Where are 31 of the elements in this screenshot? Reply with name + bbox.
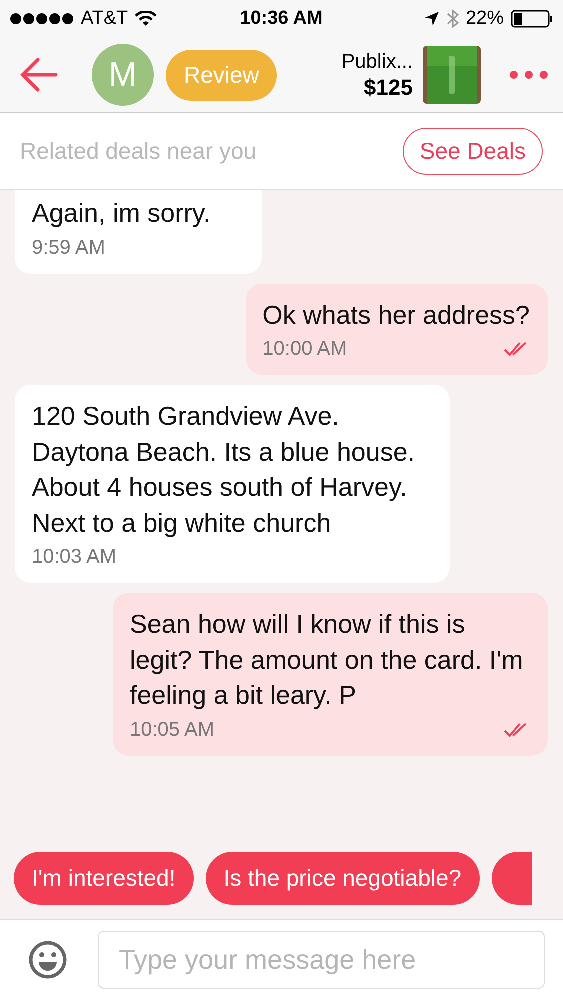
- smiley-icon: [28, 940, 68, 980]
- message-time: 9:59 AM: [32, 236, 106, 260]
- battery-percentage: 22%: [466, 8, 504, 30]
- more-dots-icon: [509, 70, 549, 80]
- quick-reply-button[interactable]: Is the price negotiable?: [206, 852, 480, 905]
- deals-prompt: Related deals near you: [20, 138, 257, 164]
- emoji-button[interactable]: [28, 940, 68, 980]
- back-button[interactable]: [20, 58, 58, 92]
- battery-icon: [511, 10, 553, 28]
- item-title: Publix...: [342, 50, 413, 75]
- more-options-button[interactable]: [509, 70, 549, 80]
- item-price: $125: [364, 75, 413, 101]
- message-time: 10:05 AM: [130, 718, 215, 742]
- back-arrow-icon: [20, 58, 58, 92]
- message-time: 10:00 AM: [262, 337, 348, 362]
- location-arrow-icon: [424, 11, 440, 27]
- signal-icon: [10, 13, 74, 25]
- quick-reply-button[interactable]: [492, 852, 532, 905]
- message-input[interactable]: Type your message here: [98, 931, 545, 989]
- message-time: 10:03 AM: [32, 545, 117, 570]
- message-text: Again, im sorry.: [32, 198, 211, 228]
- wifi-icon: [135, 11, 158, 27]
- bluetooth-icon: [446, 9, 459, 29]
- see-deals-button[interactable]: See Deals: [402, 128, 543, 174]
- clock-time: 10:36 AM: [240, 8, 323, 30]
- user-avatar[interactable]: M: [92, 44, 154, 106]
- quick-reply-button[interactable]: I'm interested!: [14, 852, 194, 905]
- message-text: Ok whats her address?: [262, 300, 530, 330]
- message-text: 120 South Grandview Ave. Daytona Beach. Its a blue house. About 4 houses south of Harvey. Next to a big white church: [32, 401, 416, 538]
- carrier-name: AT&T: [81, 8, 128, 30]
- message-text: Sean how will I know if this is legit? The amount on the card. I'm feeling a bit leary. P: [130, 609, 524, 710]
